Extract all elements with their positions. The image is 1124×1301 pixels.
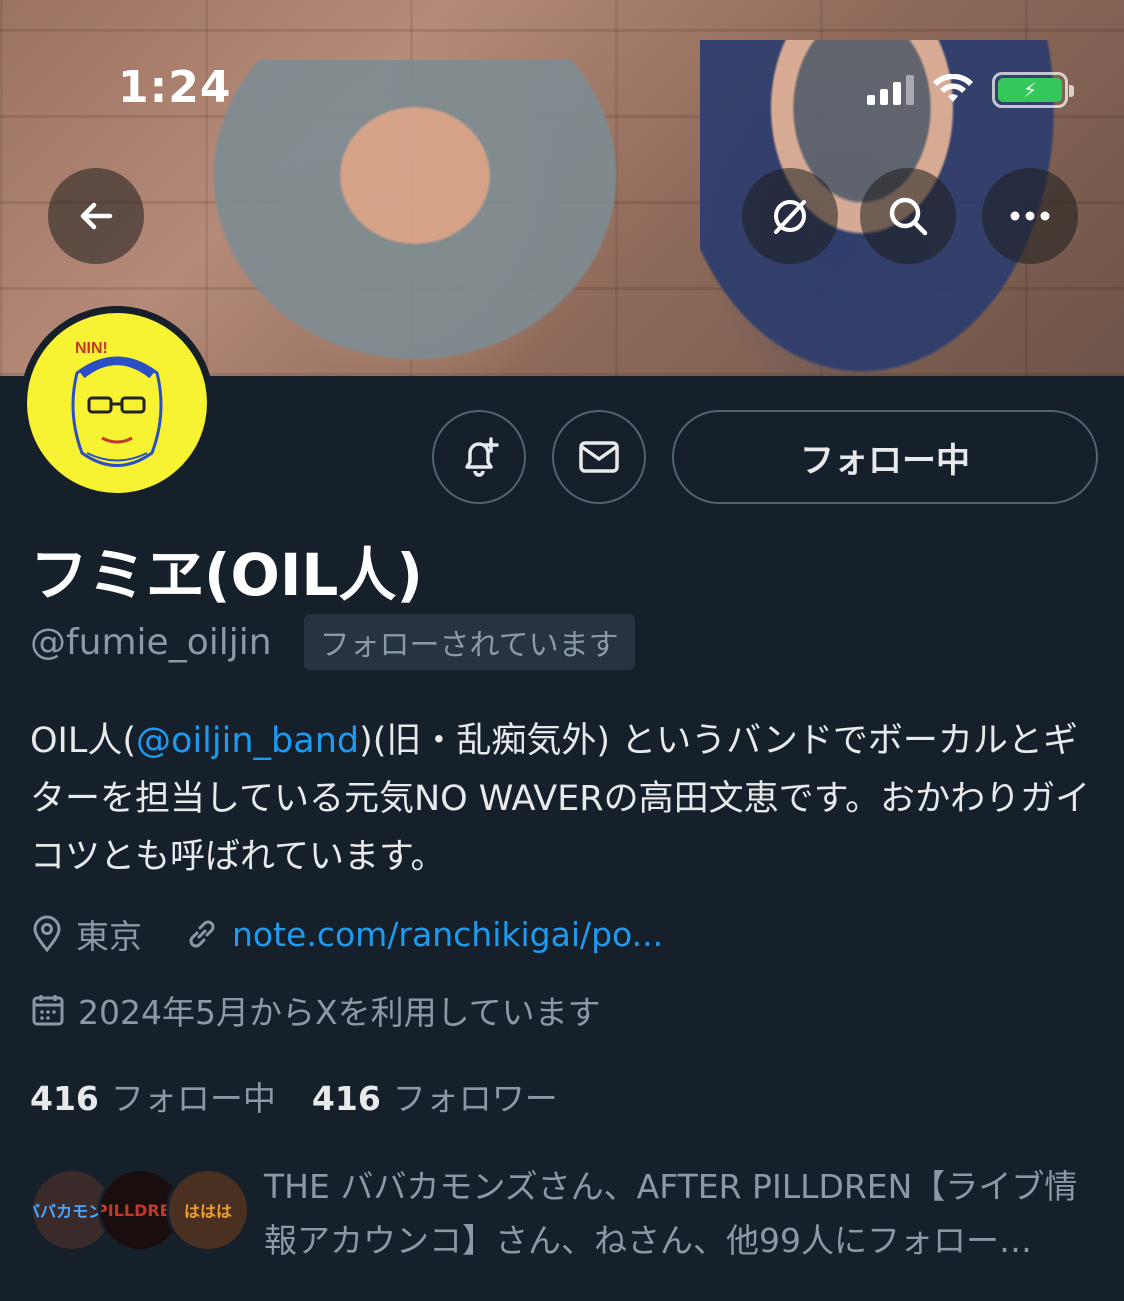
grok-button[interactable]	[742, 168, 838, 264]
link-icon	[184, 916, 220, 952]
followers-you-know-text[interactable]: THE ババカモンズさん、AFTER PILLDREN【ライブ情報アカウンコ】さ…	[264, 1160, 1094, 1268]
joined-date: 2024年5月からXを利用しています	[78, 993, 601, 1032]
followers-count: 416	[311, 1079, 381, 1118]
bio-mention-link[interactable]: @oiljin_band	[136, 721, 359, 761]
follow-counts: 416 フォロー中 416 フォロワー	[30, 1072, 558, 1120]
cellular-signal-icon	[867, 75, 914, 105]
following-button[interactable]: フォロー中	[672, 410, 1098, 504]
search-icon	[889, 197, 928, 236]
following-label: フォロー中	[110, 1079, 276, 1118]
following-count: 416	[30, 1079, 99, 1118]
location-pin-icon	[30, 915, 64, 953]
fyk-avatar-stack: ババカモンズ PILLDREN ははは	[30, 1162, 252, 1252]
fyk-avatar-3: ははは	[166, 1168, 250, 1252]
search-button[interactable]	[860, 168, 956, 264]
profile-banner[interactable]	[0, 0, 1124, 376]
calendar-icon	[30, 992, 66, 1028]
notify-button[interactable]	[432, 410, 526, 504]
profile-bio: OIL人(@oiljin_band)(旧・乱痴気外) というバンドでボーカルとギ…	[30, 712, 1100, 886]
battery-icon: ⚡	[992, 72, 1074, 108]
profile-page: 1:24 ⚡ NIN! フォロー中 フミヱ(OIL人) @fumie_oilji…	[0, 0, 1124, 1301]
more-button[interactable]	[982, 168, 1078, 264]
bell-plus-icon	[465, 437, 499, 477]
website-link[interactable]: note.com/ranchikigai/po...	[232, 915, 663, 954]
mail-icon	[579, 441, 619, 473]
banner-person-left	[180, 60, 650, 376]
meta-location-website: 東京 note.com/ranchikigai/po...	[30, 910, 663, 958]
avatar-text: NIN!	[75, 340, 108, 357]
message-button[interactable]	[552, 410, 646, 504]
profile-avatar[interactable]: NIN!	[20, 306, 214, 500]
followers-label: フォロワー	[392, 1079, 558, 1118]
avatar-illustration: NIN!	[71, 340, 163, 467]
followers-count-link[interactable]: 416 フォロワー	[312, 1072, 558, 1120]
avatar-image: NIN!	[27, 313, 207, 493]
grok-icon	[774, 200, 806, 234]
status-icons: ⚡	[867, 72, 1074, 108]
wifi-icon	[933, 74, 973, 102]
status-time: 1:24	[118, 62, 232, 113]
handle-row: @fumie_oiljin フォローされています	[30, 614, 635, 670]
follows-you-badge: フォローされています	[303, 614, 635, 670]
display-name: フミヱ(OIL人)	[30, 541, 423, 609]
arrow-left-icon	[80, 202, 113, 230]
location-text: 東京	[76, 917, 142, 956]
back-button[interactable]	[48, 168, 144, 264]
meta-joined: 2024年5月からXを利用しています	[30, 986, 601, 1034]
user-handle: @fumie_oiljin	[30, 621, 272, 663]
more-icon	[1010, 211, 1050, 221]
followers-you-know[interactable]: ババカモンズ PILLDREN ははは	[30, 1162, 252, 1252]
bio-text-1: OIL人(	[30, 721, 137, 761]
following-count-link[interactable]: 416 フォロー中	[30, 1072, 276, 1120]
